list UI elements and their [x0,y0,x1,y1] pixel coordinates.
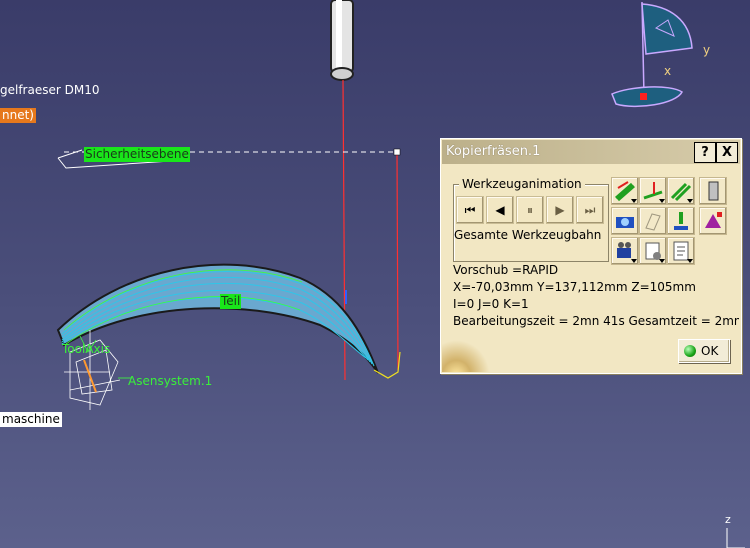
part-surface [56,263,401,379]
time-info: Bearbeitungszeit = 2mn 41s Gesamtzeit = … [453,314,739,328]
report-settings-icon[interactable] [639,237,667,265]
toolpath-display-icon[interactable] [611,177,639,205]
ok-label: OK [701,344,719,358]
compass [611,1,693,108]
pattern-display-icon[interactable] [667,177,695,205]
part-label[interactable]: Teil [220,294,242,309]
fast-forward-button[interactable]: ⏭ [576,196,604,224]
camera-icon[interactable] [611,207,639,235]
ok-status-icon [684,345,696,357]
kopierfraesen-dialog[interactable]: Kopierfräsen.1 ? X Werkzeuganimation ⏮ ◀… [440,138,742,374]
collision-check-icon[interactable] [667,207,695,235]
compass-x-label: x [664,64,672,78]
tool-holder-icon[interactable] [699,177,727,205]
close-button[interactable]: X [716,142,738,163]
feed-info: Vorschub =RAPID [453,263,559,277]
machine-label[interactable]: maschine [0,412,62,427]
position-info: X=-70,03mm Y=137,112mm Z=105mm [453,280,696,294]
step-forward-button[interactable]: ▶ [546,196,574,224]
safety-plane-label[interactable]: Sicherheitsebene [84,147,190,162]
corner-axis [726,528,745,548]
dialog-titlebar[interactable]: Kopierfräsen.1 ? X [442,140,740,164]
disabled-tool-icon [639,207,667,235]
compass-y-label: y [703,43,711,57]
point-display-icon[interactable] [639,177,667,205]
animation-group-title: Werkzeuganimation [459,177,585,191]
rewind-button[interactable]: ⏮ [456,196,484,224]
tool-holder [330,0,354,81]
tool-name-label: gelfraeser DM10 [0,83,100,97]
help-button[interactable]: ? [694,142,716,163]
pause-button[interactable]: ⏸ [516,196,544,224]
ok-button[interactable]: OK [678,339,730,363]
tool-axis-label[interactable]: ToolAxis [62,342,110,357]
video-record-icon[interactable] [611,237,639,265]
display-mode-field[interactable]: Gesamte Werkzeugbahn [454,225,604,245]
step-back-button[interactable]: ◀ [486,196,514,224]
document-report-icon[interactable] [667,237,695,265]
ijk-info: I=0 J=0 K=1 [453,297,529,311]
dialog-title: Kopierfräsen.1 [446,144,541,159]
axis-system-label[interactable]: Asensystem.1 [128,374,212,389]
globe-decoration [442,340,490,372]
stock-analysis-icon[interactable] [699,207,727,235]
corner-z-label: z [725,513,731,526]
orange-tag-label: nnet) [0,108,36,123]
